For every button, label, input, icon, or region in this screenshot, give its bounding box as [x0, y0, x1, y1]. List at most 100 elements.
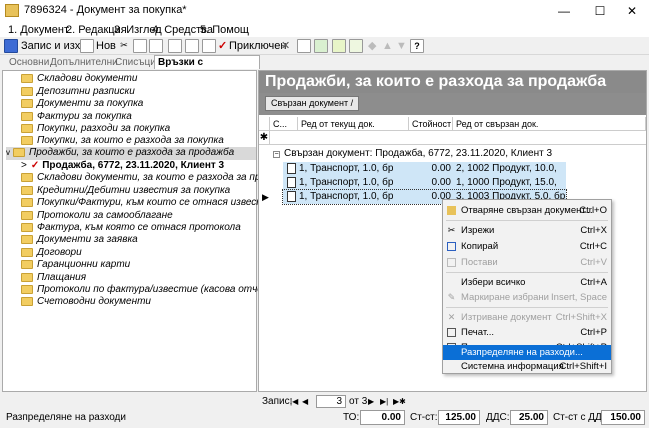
menu-item-print[interactable]: Печат... Ctrl+P — [443, 325, 611, 340]
nav-up-icon[interactable]: ▲ — [382, 38, 393, 54]
record-nav-label: Запис: — [262, 396, 293, 407]
next-record-icon[interactable]: ▶ — [368, 396, 378, 408]
folder-icon — [21, 197, 33, 207]
tab-lists[interactable]: Списъци — [115, 56, 156, 70]
delete-icon[interactable]: ✕ — [281, 38, 290, 54]
tree-item[interactable]: Кредитни/Дебитни известия за покупка — [21, 185, 230, 198]
document-icon — [287, 176, 296, 188]
menu-item-cut[interactable]: ✂ Изрежи Ctrl+X — [443, 223, 611, 238]
minimize-button[interactable]: — — [547, 0, 581, 22]
add-icon[interactable] — [332, 39, 346, 53]
folder-icon — [21, 98, 33, 108]
preview-icon[interactable] — [185, 39, 199, 53]
help-icon[interactable]: ? — [410, 39, 424, 53]
record-number-input[interactable]: 3 — [316, 395, 346, 408]
column-header-linked-row[interactable]: Ред от свързан док. — [453, 117, 646, 131]
refresh-icon[interactable] — [314, 39, 328, 53]
document-icon — [287, 190, 296, 202]
new-row-icon[interactable]: ✱ — [259, 131, 270, 145]
print-icon — [447, 328, 456, 337]
cost-label: Ст-ст: — [410, 412, 438, 423]
menu-separator — [446, 272, 608, 273]
cut-icon[interactable]: ✂ — [117, 39, 131, 53]
first-record-icon[interactable]: |◀ — [290, 396, 300, 408]
last-record-icon[interactable]: ▶| — [380, 396, 390, 408]
pin-icon: ✎ — [447, 292, 456, 302]
column-header-value[interactable]: Стойност — [409, 117, 453, 131]
edit-icon[interactable] — [202, 39, 216, 53]
folder-icon — [21, 123, 33, 133]
menu-document[interactable]: 1. Документ — [8, 24, 69, 36]
tree-item[interactable]: Счетоводни документи — [21, 296, 151, 309]
save-icon — [4, 39, 18, 53]
tree-item[interactable]: Фактура, към която се отнася протокола — [21, 222, 241, 235]
tree-item[interactable]: Покупки, за които е разхода за покупка — [21, 135, 224, 148]
folder-icon — [21, 272, 33, 282]
column-header-status[interactable]: С... — [270, 117, 298, 131]
new-record-icon[interactable]: ▶✱ — [393, 396, 406, 408]
tree-item[interactable]: Договори — [21, 247, 82, 260]
status-bar: Разпределяне на разходи ТО: 0.00 Ст-ст: … — [0, 408, 649, 428]
folder-icon — [21, 135, 33, 145]
tree-item[interactable]: Плащания — [21, 272, 86, 285]
folder-icon — [21, 73, 33, 83]
prev-record-icon[interactable]: ◀ — [302, 396, 312, 408]
table-row[interactable]: 1, Транспорт, 1.0, бр 0.00 1, 1000 Проду… — [283, 176, 566, 202]
group-row[interactable]: Свързан документ: Продажба, 6772, 23.11.… — [284, 148, 552, 159]
menu-help[interactable]: 5. Помощ — [200, 24, 249, 36]
tab-links[interactable]: Връзки с документи — [154, 55, 260, 82]
cut-icon: ✂ — [447, 225, 456, 235]
row-indicator-header — [259, 117, 270, 131]
tree-item-selected[interactable]: v Продажби, за които е разхода за продажб… — [6, 147, 256, 160]
menu-item-paste: Постави Ctrl+V — [443, 255, 611, 270]
paste-icon — [447, 258, 456, 267]
collapse-icon[interactable]: − — [273, 151, 280, 158]
menu-separator — [446, 307, 608, 308]
check-icon: ✓ — [218, 40, 228, 52]
post-button[interactable]: Приключен — [229, 38, 286, 54]
tree-child-sale[interactable]: > ✓ Продажба, 6772, 23.11.2020, Клиент 3 — [21, 160, 224, 173]
paste-icon[interactable] — [149, 39, 163, 53]
menu-item-system-info[interactable]: Системна информация Ctrl+Shift+I — [443, 359, 611, 374]
folder-icon — [21, 284, 33, 294]
nav-down-icon[interactable]: ▼ — [396, 38, 407, 54]
current-row-indicator-icon: ▶ — [262, 192, 269, 202]
tree-item[interactable]: Покупки, разходи за покупка — [21, 123, 170, 136]
tree-item[interactable]: Документи за заявка — [21, 234, 138, 247]
folder-icon — [21, 210, 33, 220]
new-row[interactable] — [270, 131, 646, 145]
chevron-down-icon[interactable]: v — [6, 148, 10, 157]
group-chip[interactable]: Свързан документ / — [265, 96, 360, 111]
tab-additional[interactable]: Допълнителни — [50, 56, 118, 70]
new-button[interactable]: Нов — [96, 38, 116, 54]
menu-separator — [446, 220, 608, 221]
tree-item[interactable]: Складови документи — [21, 73, 137, 86]
tab-strip: Основни Допълнителни Списъци Връзки с до… — [0, 55, 260, 82]
calculator-icon[interactable] — [349, 39, 363, 53]
table-row[interactable]: 1, Транспорт, 1.0, бр 0.00 2, 1002 Проду… — [283, 162, 566, 188]
menu-bar: 1. Документ 2. Редакция 3. Изглед 4. Сре… — [0, 22, 649, 38]
pane-title: Продажби, за които е разхода за продажба — [259, 71, 646, 93]
maximize-button[interactable]: ☐ — [583, 0, 617, 22]
copy-icon[interactable] — [133, 39, 147, 53]
nav-prev-icon[interactable]: ◆ — [368, 38, 376, 54]
column-header-current-row[interactable]: Ред от текущ док. — [298, 117, 409, 131]
folder-icon — [5, 4, 19, 17]
menu-item-open-linked[interactable]: Отваряне свързан документ... Ctrl+O — [443, 203, 611, 218]
menu-item-copy[interactable]: Копирай Ctrl+C — [443, 239, 611, 254]
tree-item[interactable]: Протоколи за самооблагане — [21, 210, 173, 223]
to-value: 0.00 — [360, 410, 405, 425]
tree-item[interactable]: Гаранционни карти — [21, 259, 130, 272]
menu-item-distribute-costs[interactable]: Разпределяне на разходи... — [443, 345, 611, 360]
menu-item-select-all[interactable]: Избери всичко Ctrl+A — [443, 275, 611, 290]
print-icon[interactable] — [168, 39, 182, 53]
list-icon[interactable] — [297, 39, 311, 53]
close-button[interactable]: ✕ — [615, 0, 649, 22]
tab-basic[interactable]: Основни — [9, 56, 49, 70]
tree-item[interactable]: Покупки/Фактури, към които се отнася изв… — [21, 197, 289, 210]
folder-icon — [21, 234, 33, 244]
tree-item[interactable]: Фактури за покупка — [21, 111, 132, 124]
chevron-right-icon[interactable]: > — [21, 160, 27, 171]
tree-item[interactable]: Депозитни разписки — [21, 86, 135, 99]
tree-item[interactable]: Документи за покупка — [21, 98, 143, 111]
